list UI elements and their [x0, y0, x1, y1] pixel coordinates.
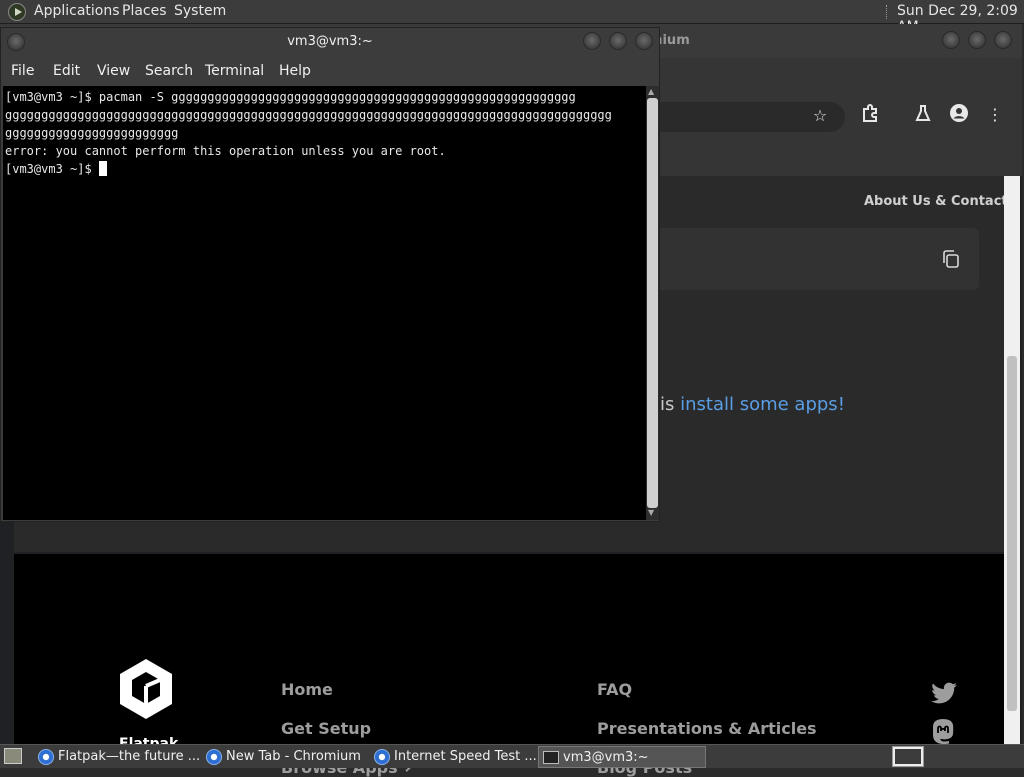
taskbar-item-terminal[interactable]: vm3@vm3:~ — [538, 746, 706, 768]
terminal-prompt-line: [vm3@vm3 ~]$ — [5, 160, 646, 178]
install-text-prefix: is — [660, 394, 681, 415]
terminal-line: [vm3@vm3 ~]$ pacman -S ggggggggggggggggg… — [5, 90, 576, 104]
bookmark-star-icon[interactable]: ☆ — [809, 106, 831, 125]
terminal-scroll-down-icon[interactable]: ▼ — [648, 508, 654, 517]
terminal-titlebar[interactable]: vm3@vm3:~ — [1, 28, 659, 56]
mastodon-icon[interactable] — [930, 718, 958, 746]
footer-link-faq[interactable]: FAQ — [597, 680, 632, 699]
terminal-menu-terminal[interactable]: Terminal — [205, 63, 264, 79]
terminal-icon — [543, 751, 559, 764]
taskbar-item-label: vm3@vm3:~ — [563, 750, 649, 765]
panel-separator — [886, 5, 888, 19]
chromium-icon — [206, 749, 222, 765]
terminal-line: gggggggggggggggggggggggg — [5, 126, 179, 140]
menu-system[interactable]: System — [174, 3, 226, 19]
terminal-window: vm3@vm3:~ File Edit View Search Terminal… — [0, 27, 660, 522]
terminal-line: error: you cannot perform this operation… — [5, 144, 446, 158]
terminal-prompt: [vm3@vm3 ~]$ — [5, 162, 99, 176]
taskbar-item-label: Internet Speed Test ... — [394, 749, 536, 764]
show-desktop-icon[interactable] — [4, 748, 22, 764]
terminal-scrollbar[interactable]: ▲ ▼ — [646, 86, 659, 520]
taskbar: Flatpak—the future ... New Tab - Chromiu… — [0, 744, 1024, 768]
terminal-cursor — [98, 161, 107, 176]
terminal-maximize-button[interactable] — [609, 32, 627, 50]
terminal-menu-help[interactable]: Help — [279, 63, 311, 79]
extensions-icon[interactable] — [859, 104, 881, 126]
workspace-switcher[interactable] — [892, 746, 924, 767]
browser-scrollbar-thumb[interactable] — [1007, 356, 1017, 711]
site-footer: Flatpak Home Get Setup Browse Apps ↗ FAQ… — [14, 554, 1004, 777]
taskbar-item-label: Flatpak—the future ... — [58, 749, 200, 764]
twitter-icon[interactable] — [930, 682, 958, 706]
install-apps-text: is install some apps! — [660, 394, 845, 415]
about-contact-link[interactable]: About Us & Contact — [864, 194, 1008, 209]
workspace-1[interactable] — [895, 749, 921, 764]
browser-maximize-button[interactable] — [968, 31, 986, 49]
taskbar-item-label: New Tab - Chromium — [226, 749, 361, 764]
terminal-minimize-button[interactable] — [583, 32, 601, 50]
footer-link-presentations[interactable]: Presentations & Articles — [597, 719, 817, 738]
taskbar-item-speed-test[interactable]: Internet Speed Test ... — [370, 746, 536, 768]
terminal-scrollbar-thumb[interactable] — [647, 98, 658, 508]
terminal-menubar: File Edit View Search Terminal Help — [1, 56, 659, 86]
top-panel: Applications Places System Sun Dec 29, 2… — [0, 0, 1024, 35]
copy-icon[interactable] — [942, 249, 960, 269]
menu-places[interactable]: Places — [122, 3, 167, 19]
browser-scrollbar[interactable] — [1004, 176, 1020, 744]
chromium-icon — [38, 749, 54, 765]
terminal-window-title: vm3@vm3:~ — [287, 34, 373, 49]
taskbar-item-flatpak[interactable]: Flatpak—the future ... — [34, 746, 200, 768]
browser-close-button[interactable] — [994, 31, 1012, 49]
applications-logo-icon[interactable] — [8, 3, 26, 21]
labs-flask-icon[interactable] — [912, 104, 934, 126]
terminal-menu-view[interactable]: View — [97, 63, 130, 79]
flatpak-logo-icon[interactable] — [116, 656, 176, 722]
browser-menu-kebab-icon[interactable]: ⋮ — [984, 105, 1006, 124]
install-text-suffix: ! — [837, 394, 845, 415]
terminal-menu-edit[interactable]: Edit — [53, 63, 80, 79]
terminal-line: gggggggggggggggggggggggggggggggggggggggg… — [5, 108, 612, 122]
chromium-icon — [374, 749, 390, 765]
terminal-menu-file[interactable]: File — [11, 63, 34, 79]
browser-minimize-button[interactable] — [942, 31, 960, 49]
terminal-output[interactable]: [vm3@vm3 ~]$ pacman -S ggggggggggggggggg… — [3, 86, 646, 520]
footer-link-home[interactable]: Home — [281, 680, 333, 699]
install-apps-link[interactable]: install some apps — [680, 394, 838, 415]
footer-link-get-setup[interactable]: Get Setup — [281, 719, 371, 738]
terminal-menu-search[interactable]: Search — [145, 63, 193, 79]
terminal-close-button[interactable] — [635, 32, 653, 50]
menu-applications[interactable]: Applications — [34, 3, 120, 19]
terminal-scroll-up-icon[interactable]: ▲ — [648, 87, 654, 96]
taskbar-item-new-tab[interactable]: New Tab - Chromium — [202, 746, 368, 768]
profile-avatar-icon[interactable] — [948, 103, 970, 127]
